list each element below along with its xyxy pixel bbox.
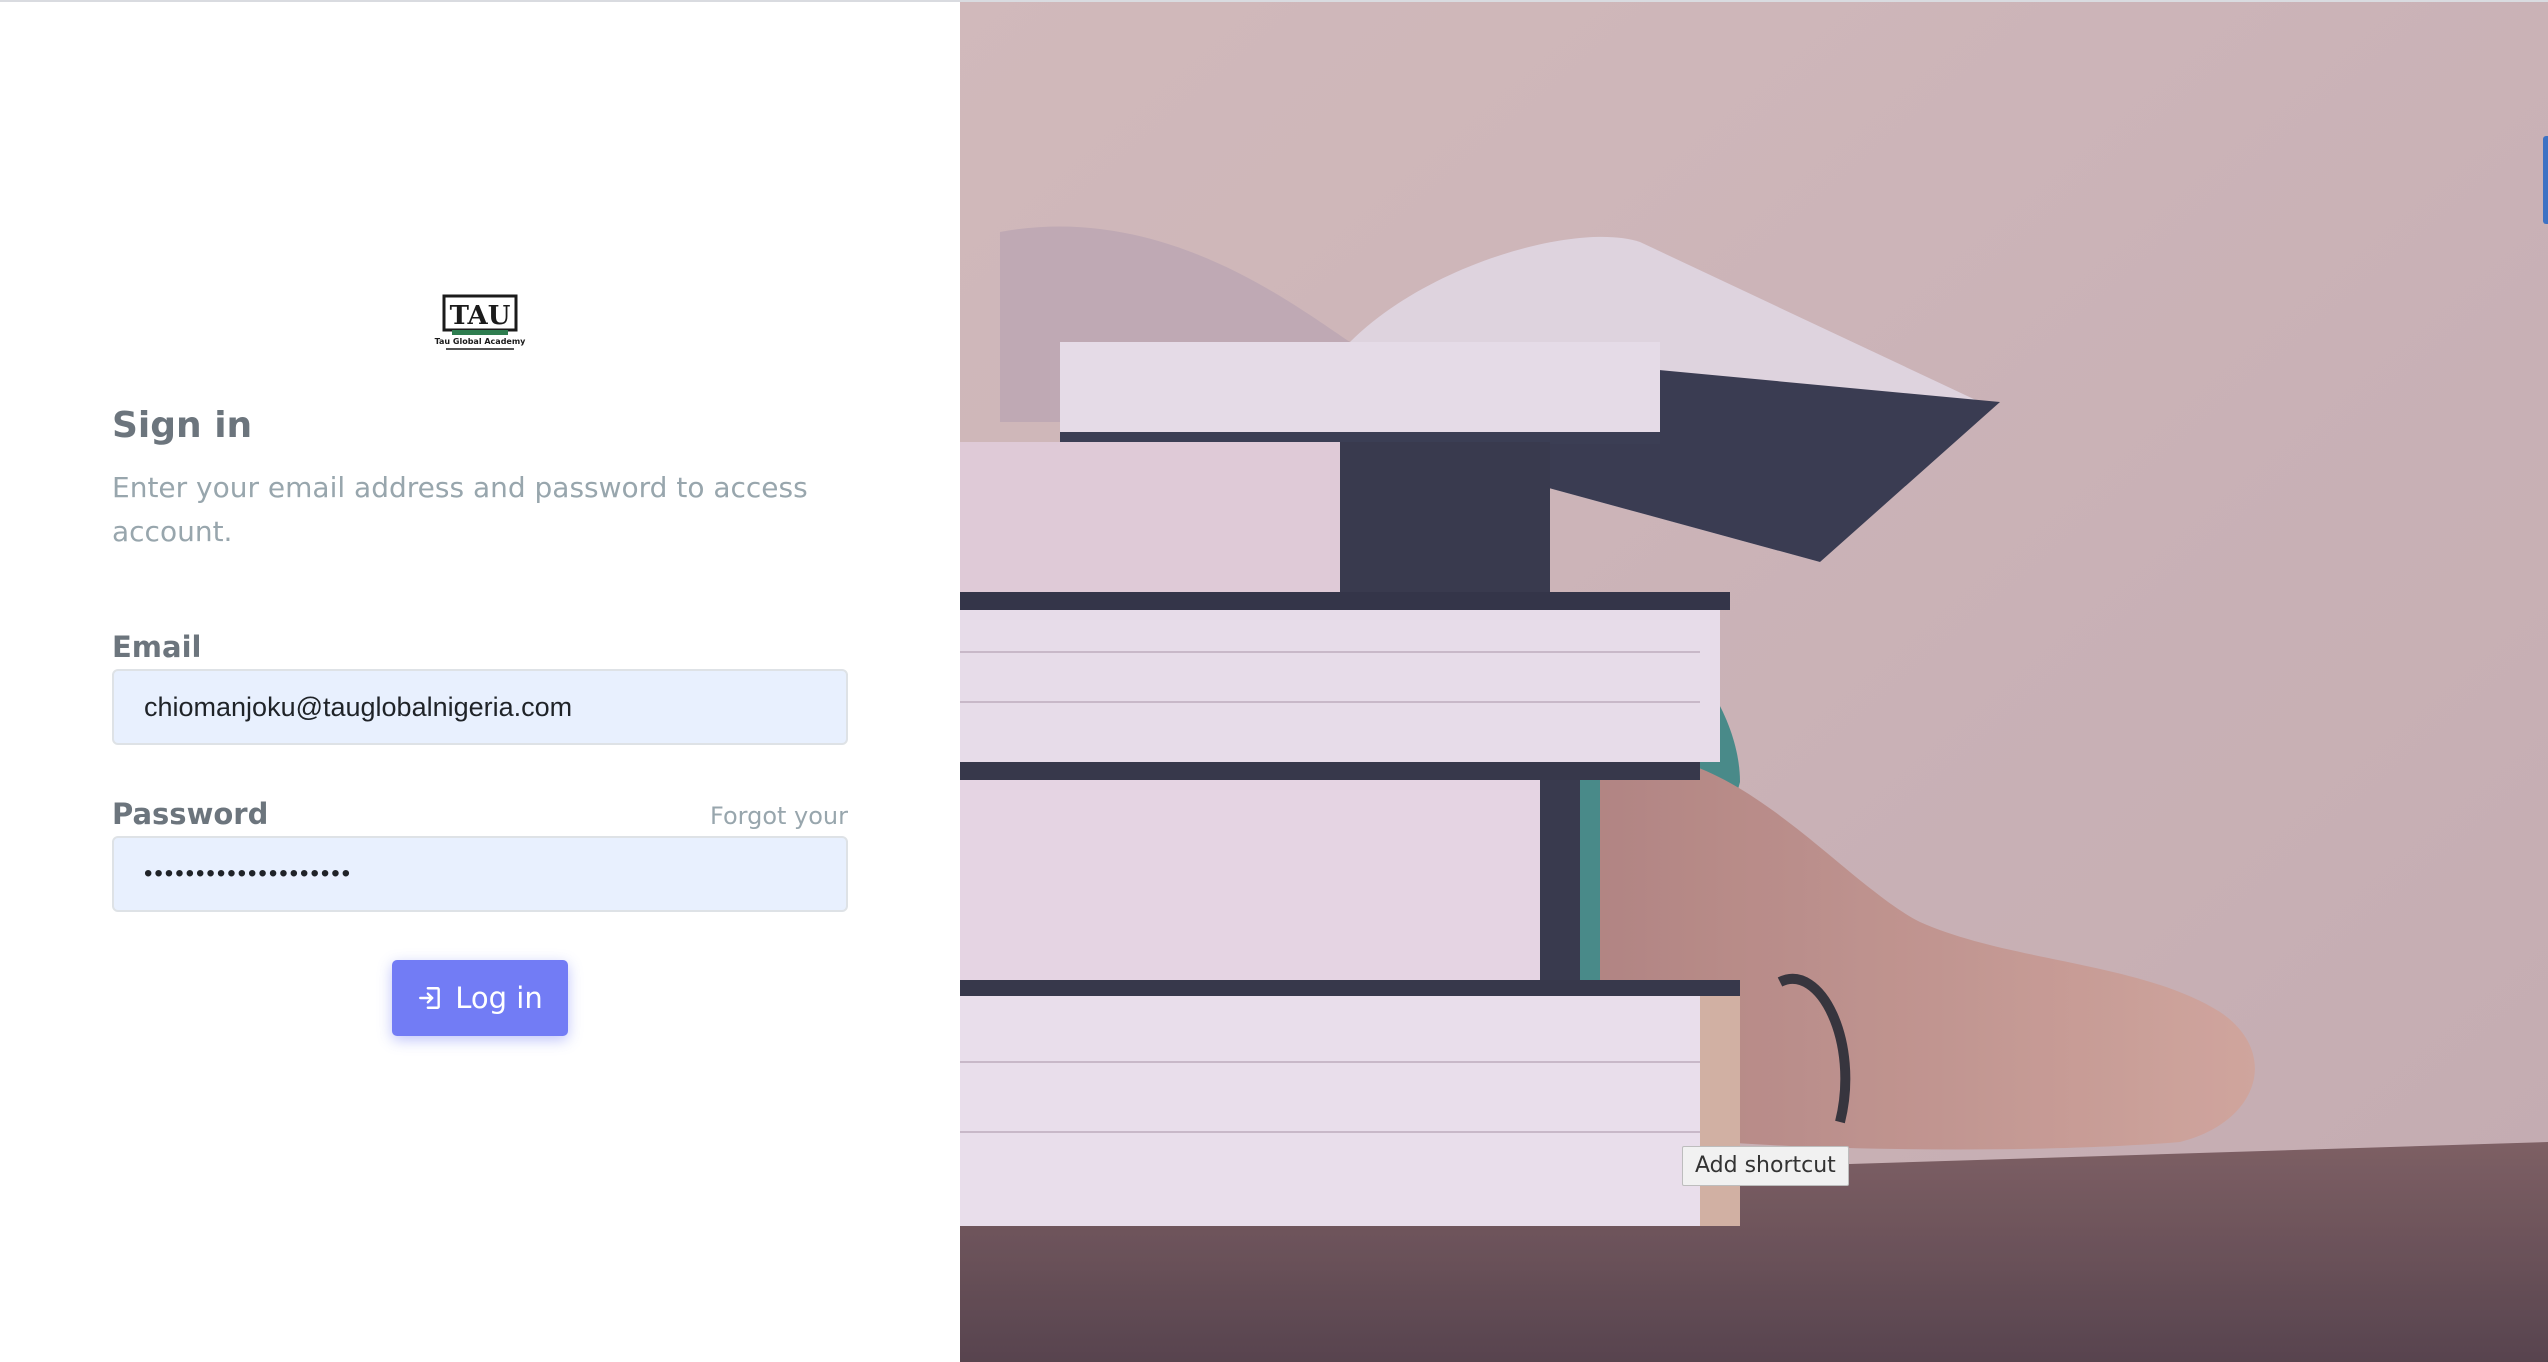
password-label: Password xyxy=(112,797,269,831)
side-panel-tab[interactable] xyxy=(2543,136,2548,224)
login-button-label: Log in xyxy=(455,981,543,1015)
password-field[interactable] xyxy=(112,836,848,912)
login-icon xyxy=(419,987,441,1009)
page-subtitle: Enter your email address and password to… xyxy=(112,471,808,548)
login-button[interactable]: Log in xyxy=(392,960,568,1036)
auth-panel: TAU Tau Global Academy Sign in Enter you… xyxy=(0,0,960,1362)
email-label: Email xyxy=(112,630,202,664)
tau-logo[interactable]: TAU Tau Global Academy xyxy=(432,294,528,356)
add-shortcut-tooltip: Add shortcut xyxy=(1682,1146,1849,1186)
email-field[interactable] xyxy=(112,669,848,745)
logo-caption: Tau Global Academy xyxy=(435,337,527,346)
logo-text: TAU xyxy=(450,301,511,331)
page-title: Sign in xyxy=(112,405,253,446)
